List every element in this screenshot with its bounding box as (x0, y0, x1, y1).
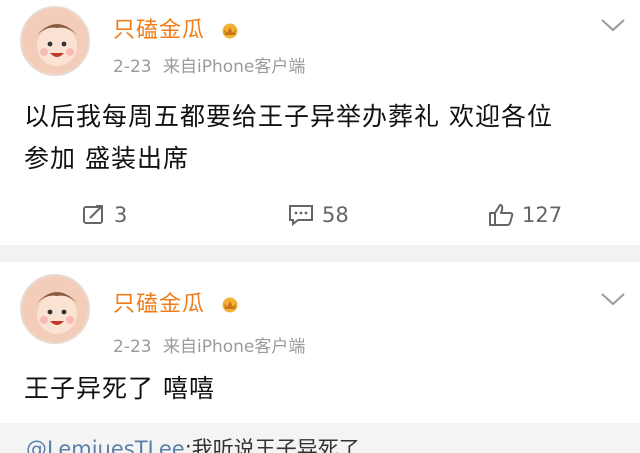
post-content: 以后我每周五都要给王子异举办葬礼 欢迎各位 参加 盛装出席 (24, 96, 553, 180)
timestamp: 2-23 (113, 57, 152, 77)
chevron-down-icon[interactable] (600, 292, 626, 306)
chevron-down-icon[interactable] (600, 18, 626, 32)
weibo-post-1: 只磕金瓜 2-23 来自iPhone客户端 以后我每周五都要给王子异举办葬礼 欢… (0, 0, 640, 245)
crown-badge-icon (222, 23, 238, 39)
post-meta: 2-23 来自iPhone客户端 (113, 332, 305, 357)
quote-text: :我听说王子异死了 (184, 437, 360, 453)
post-meta: 2-23 来自iPhone客户端 (113, 52, 305, 77)
quoted-post[interactable]: @LemjuesTLee:我听说王子异死了 (0, 423, 640, 453)
username-text[interactable]: 只磕金瓜 (113, 292, 205, 317)
post-content: 王子异死了 嘻嘻 (24, 368, 215, 410)
action-bar: 3 58 127 (0, 195, 640, 235)
avatar[interactable] (20, 6, 90, 76)
username-text[interactable]: 只磕金瓜 (113, 18, 205, 43)
content-line: 以后我每周五都要给王子异举办葬礼 欢迎各位 (24, 102, 553, 131)
content-line: 王子异死了 嘻嘻 (24, 374, 215, 403)
source-client: 来自iPhone客户端 (163, 337, 306, 357)
repost-icon (83, 205, 103, 224)
repost-count: 3 (114, 203, 128, 227)
mention-link[interactable]: @LemjuesTLee (26, 437, 185, 453)
crown-badge-icon (222, 297, 238, 313)
repost-button[interactable]: 3 (82, 195, 127, 235)
source-client: 来自iPhone客户端 (163, 57, 306, 77)
avatar[interactable] (20, 274, 90, 344)
timestamp: 2-23 (113, 337, 152, 357)
comment-button[interactable]: 58 (288, 195, 349, 235)
username[interactable]: 只磕金瓜 (113, 286, 241, 318)
like-count: 127 (522, 203, 563, 227)
post-divider (0, 245, 640, 262)
comment-icon (289, 205, 313, 226)
like-button[interactable]: 127 (488, 195, 562, 235)
username[interactable]: 只磕金瓜 (113, 12, 241, 44)
comment-count: 58 (322, 203, 349, 227)
content-line: 参加 盛装出席 (24, 144, 189, 173)
like-icon (489, 204, 514, 226)
